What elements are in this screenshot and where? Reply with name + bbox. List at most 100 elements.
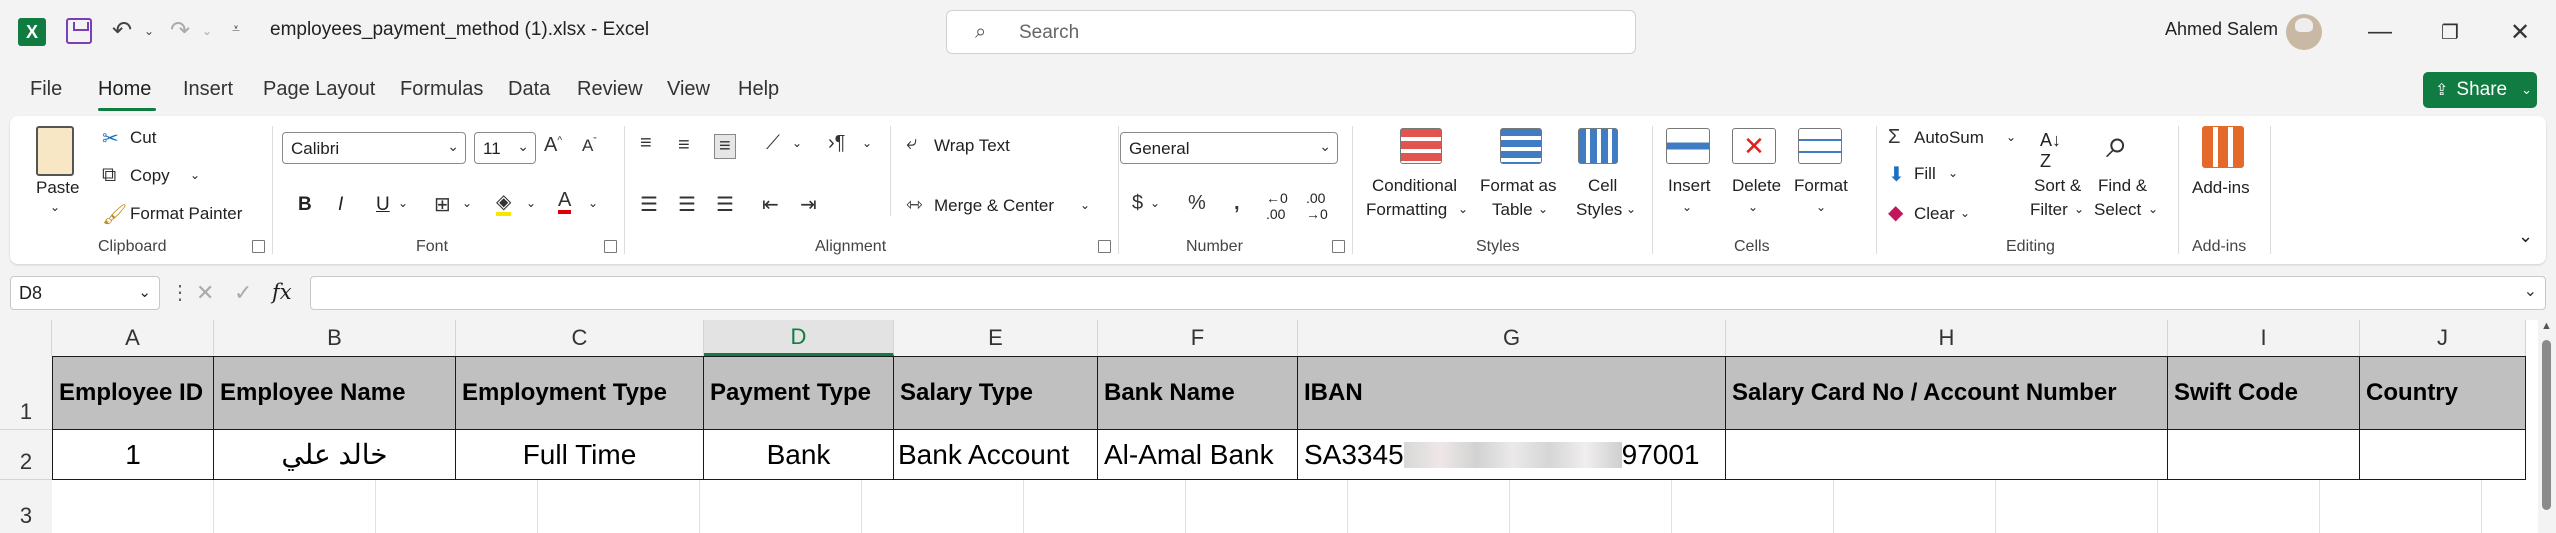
restore-icon[interactable]: ❐	[2430, 14, 2470, 50]
cell-styles-icon[interactable]	[1578, 128, 1618, 164]
number-format-select[interactable]: General ⌄	[1120, 132, 1338, 164]
number-launcher-icon[interactable]	[1332, 240, 1345, 253]
table-cell[interactable]: 1	[52, 430, 214, 480]
delete-dropdown-icon[interactable]: ⌄	[1748, 200, 1758, 214]
format-painter-button[interactable]: Format Painter	[130, 204, 242, 224]
increase-indent-icon[interactable]: ⇥	[800, 192, 817, 217]
tab-insert[interactable]: Insert	[183, 78, 233, 101]
expand-formula-icon[interactable]: ⌄	[2524, 281, 2537, 301]
column-header-g[interactable]: G	[1298, 320, 1726, 356]
format-cells-button[interactable]: Format	[1794, 176, 1848, 196]
format-dropdown-icon[interactable]: ⌄	[1816, 200, 1826, 214]
delete-cells-icon[interactable]: ✕	[1732, 128, 1776, 164]
paste-dropdown-icon[interactable]: ⌄	[50, 200, 60, 214]
clear-icon[interactable]: ◆	[1888, 200, 1903, 225]
format-as-table-button[interactable]: Format as	[1480, 176, 1557, 196]
row-header-1[interactable]: 1	[0, 356, 52, 430]
table-cell[interactable]: Bank	[704, 430, 894, 480]
table-cell[interactable]	[2168, 430, 2360, 480]
confirm-icon[interactable]: ✓	[234, 280, 252, 306]
italic-button[interactable]: I	[338, 194, 343, 216]
orientation-dropdown-icon[interactable]: ⌄	[792, 136, 802, 150]
font-color-icon[interactable]: A	[558, 190, 572, 214]
copy-icon[interactable]: ⧉	[102, 164, 116, 187]
conditional-formatting-icon[interactable]	[1400, 128, 1442, 164]
find-dropdown-icon[interactable]: ⌄	[2148, 202, 2158, 216]
table-cell[interactable]: Full Time	[456, 430, 704, 480]
underline-dropdown-icon[interactable]: ⌄	[398, 196, 408, 210]
format-as-table-icon[interactable]	[1500, 128, 1542, 164]
table-header-cell[interactable]: Employee ID	[52, 356, 214, 430]
table-header-cell[interactable]: Employee Name	[214, 356, 456, 430]
table-header-cell[interactable]: Bank Name	[1098, 356, 1298, 430]
autosum-dropdown-icon[interactable]: ⌄	[2006, 130, 2016, 144]
row-header-2[interactable]: 2	[0, 430, 52, 480]
format-cells-icon[interactable]	[1798, 128, 1842, 164]
align-left-icon[interactable]: ☰	[640, 192, 658, 217]
tab-file[interactable]: File	[30, 78, 62, 101]
bold-button[interactable]: B	[298, 194, 312, 216]
merge-center-icon[interactable]: ⇿	[906, 192, 923, 217]
increase-font-icon[interactable]: A^	[544, 134, 562, 157]
share-dropdown-icon[interactable]: ⌄	[2521, 82, 2532, 98]
save-icon[interactable]	[66, 18, 92, 44]
table-cell[interactable]: Al-Amal Bank	[1098, 430, 1298, 480]
insert-function-button[interactable]: fx	[272, 280, 292, 304]
delete-cells-button[interactable]: Delete	[1732, 176, 1781, 196]
vertical-scrollbar[interactable]: ▲	[2538, 320, 2556, 533]
table-header-cell[interactable]: Payment Type	[704, 356, 894, 430]
formula-input[interactable]: ⌄	[310, 276, 2546, 310]
redo-dropdown-icon[interactable]: ⌄	[202, 24, 212, 38]
text-direction-icon[interactable]: ›¶	[828, 132, 845, 155]
avatar[interactable]	[2286, 14, 2322, 50]
table-cell[interactable]: خالد علي	[214, 430, 456, 480]
cut-icon[interactable]: ✂	[102, 126, 119, 151]
copy-dropdown-icon[interactable]: ⌄	[190, 168, 200, 182]
column-header-a[interactable]: A	[52, 320, 214, 356]
tab-review[interactable]: Review	[577, 78, 643, 101]
table-header-cell[interactable]: Employment Type	[456, 356, 704, 430]
minimize-icon[interactable]: —	[2360, 14, 2400, 50]
table-header-cell[interactable]: IBAN	[1298, 356, 1726, 430]
table-header-cell[interactable]: Salary Type	[894, 356, 1098, 430]
sort-dropdown-icon[interactable]: ⌄	[2074, 202, 2084, 216]
text-direction-dropdown-icon[interactable]: ⌄	[862, 136, 872, 150]
table-header-cell[interactable]: Swift Code	[2168, 356, 2360, 430]
column-header-d[interactable]: D	[704, 320, 894, 356]
conditional-formatting-button[interactable]: Conditional	[1372, 176, 1457, 196]
more-options-icon[interactable]: ⋮	[170, 280, 190, 305]
column-header-f[interactable]: F	[1098, 320, 1298, 356]
orientation-icon[interactable]: ⟋	[766, 132, 780, 155]
scroll-up-icon[interactable]: ▲	[2541, 320, 2552, 332]
conditional-dropdown-icon[interactable]: ⌄	[1458, 202, 1468, 216]
tab-data[interactable]: Data	[508, 78, 550, 101]
scroll-thumb[interactable]	[2542, 340, 2551, 510]
fill-icon[interactable]: ⬇	[1888, 162, 1905, 187]
alignment-launcher-icon[interactable]	[1098, 240, 1111, 253]
table-cell[interactable]: Bank Account	[894, 430, 1098, 480]
cell-styles-dropdown-icon[interactable]: ⌄	[1626, 202, 1636, 216]
tab-home[interactable]: Home	[98, 78, 151, 101]
currency-icon[interactable]: $	[1132, 192, 1143, 215]
add-ins-icon[interactable]	[2202, 126, 2244, 168]
wrap-text-icon[interactable]: ⤶	[906, 132, 917, 155]
table-header-cell[interactable]: Salary Card No / Account Number	[1726, 356, 2168, 430]
column-header-i[interactable]: I	[2168, 320, 2360, 356]
autosum-icon[interactable]: Σ	[1888, 126, 1900, 149]
font-size-select[interactable]: 11 ⌄	[474, 132, 536, 164]
percent-icon[interactable]: %	[1188, 192, 1206, 215]
format-painter-icon[interactable]: 🖌	[102, 202, 127, 227]
table-cell[interactable]	[2360, 430, 2526, 480]
column-header-j[interactable]: J	[2360, 320, 2526, 356]
align-top-icon[interactable]: ≡	[640, 132, 652, 155]
find-select-icon[interactable]: ⌕	[2106, 122, 2128, 167]
clear-button[interactable]: Clear	[1914, 204, 1955, 224]
autosum-button[interactable]: AutoSum	[1914, 128, 1984, 148]
row-header-3[interactable]: 3	[0, 480, 52, 533]
decrease-indent-icon[interactable]: ⇤	[762, 192, 779, 217]
redo-icon[interactable]: ↷	[170, 16, 190, 45]
tab-help[interactable]: Help	[738, 78, 779, 101]
tab-view[interactable]: View	[667, 78, 710, 101]
iban-cell[interactable]: SA3345 97001	[1298, 430, 1726, 480]
select-all-corner[interactable]	[0, 320, 52, 356]
